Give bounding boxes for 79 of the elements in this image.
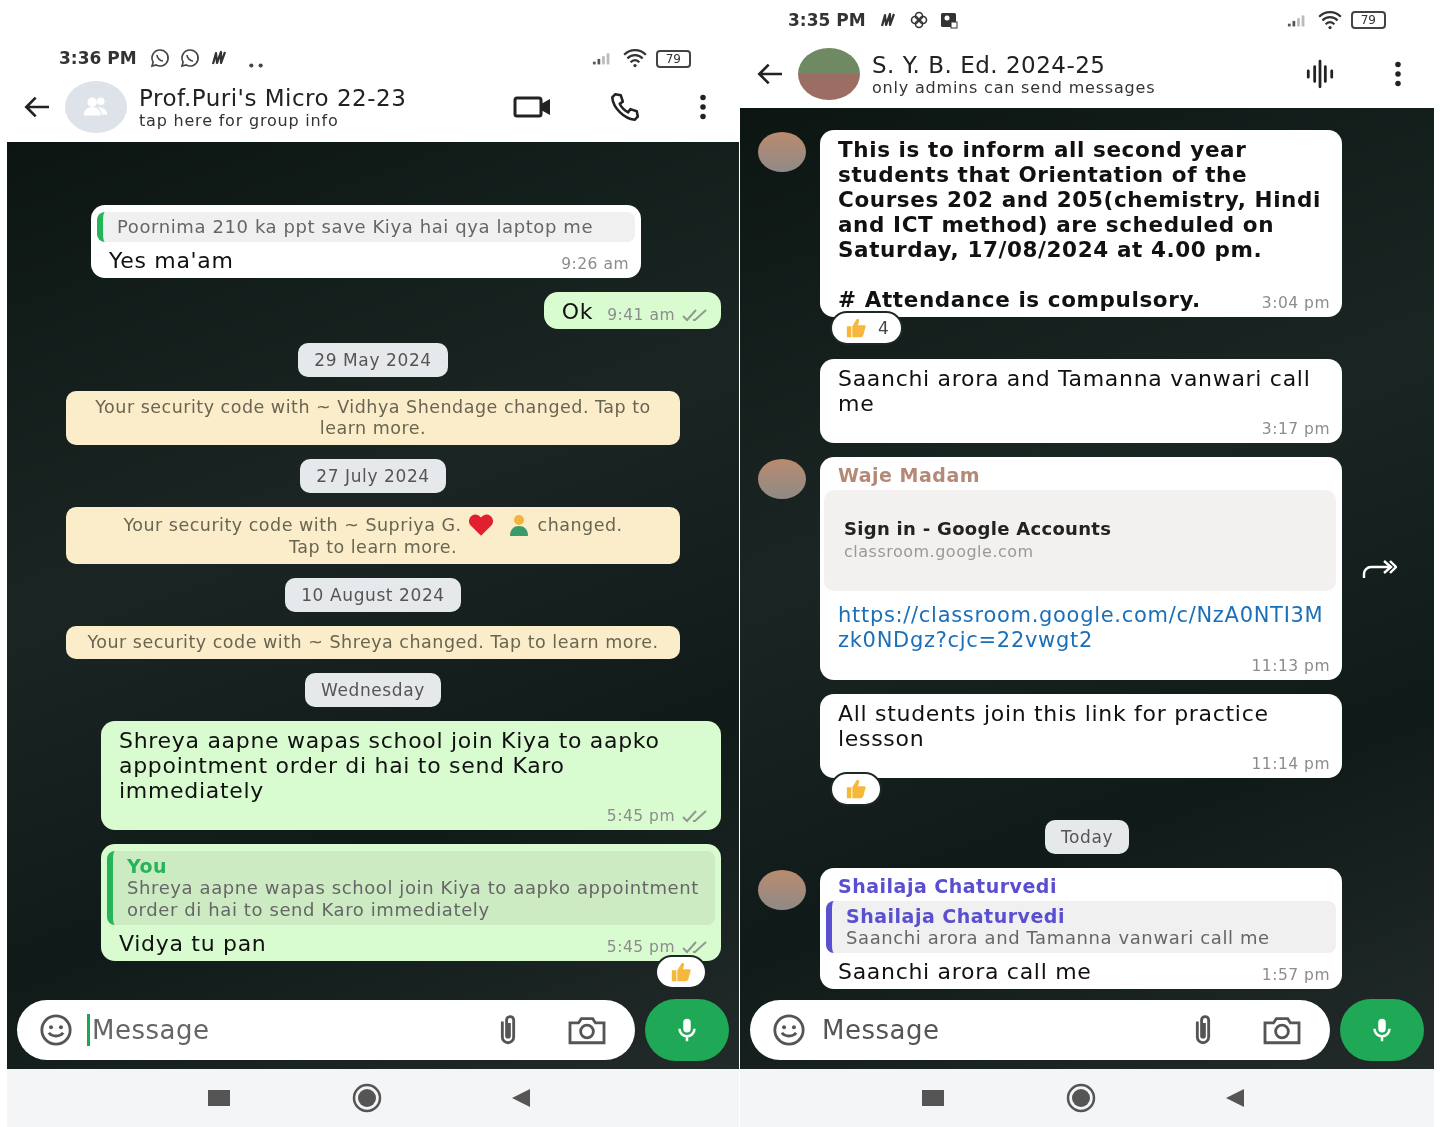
notice-text: Your security code with ~ Vidhya Shendage changed. Tap to learn more. <box>95 397 651 438</box>
message-time: 3:04 pm <box>1261 294 1330 312</box>
home-button[interactable] <box>350 1083 384 1113</box>
quoted-message[interactable]: Poornima 210 ka ppt save Kiya hai qya laptop me <box>97 212 635 242</box>
preview-domain: classroom.google.com <box>844 542 1035 561</box>
message-time: 5:45 pm <box>606 938 675 956</box>
thumbs-up-icon <box>669 961 693 983</box>
message-text: Ok <box>561 299 594 324</box>
message-input[interactable]: Message <box>87 1014 477 1046</box>
chat-title[interactable]: Prof.Puri's Micro 22-23 <box>139 84 407 111</box>
quote-text: Poornima 210 ka ppt save Kiya hai qya laptop me <box>117 216 594 238</box>
emoji-icon[interactable] <box>39 1013 73 1047</box>
message-time: 3:17 pm <box>1261 420 1330 438</box>
chat-bubble-icon <box>148 48 171 68</box>
message-text: Saanchi arora call me <box>838 959 1092 984</box>
message-text: Yes ma'am <box>109 248 234 273</box>
quoted-message[interactable]: You Shreya aapne wapas school join Kiya to aapko appointment order di hai to send Karo immediately <box>107 851 715 925</box>
link-preview[interactable]: Sign in - Google Accounts classroom.google.com <box>824 490 1336 591</box>
quote-sender: You <box>127 855 168 877</box>
message-time: 11:14 pm <box>1251 755 1330 773</box>
message-field[interactable]: Message <box>17 1000 635 1060</box>
sender-name[interactable]: Waje Madam <box>838 464 1330 486</box>
date-chip: 27 July 2024 <box>300 459 446 493</box>
message-text: Shreya aapne wapas school join Kiya to aapko appointment order di hai to send Karo immediately <box>119 728 661 803</box>
chat-bubble-icon <box>178 48 201 68</box>
sender-photo-placeholder[interactable] <box>758 870 806 910</box>
quote-sender: Shailaja Chaturvedi <box>846 905 1065 927</box>
forward-icon[interactable] <box>1361 557 1397 580</box>
sender-photo-placeholder[interactable] <box>758 459 806 499</box>
status-time: 3:36 PM <box>59 48 137 68</box>
message-text: This is to inform all second year students that Orientation of the Courses 202 and 205(chemistry, Hindi and ICT method) are scheduled on Saturday, 17/08/2024 at 4.00 pm. <box>838 137 1322 262</box>
security-notice[interactable]: Your security code with ~ Supriya G. changed. Tap to learn more. <box>66 507 680 564</box>
reaction-chip[interactable] <box>655 955 707 989</box>
date-chip: Wednesday <box>305 673 441 707</box>
message-field[interactable]: Message <box>750 1000 1330 1060</box>
wifi-icon <box>621 48 648 68</box>
message-time: 11:13 pm <box>1251 657 1330 675</box>
thumbs-up-icon <box>844 778 868 800</box>
status-time: 3:35 PM <box>788 10 866 30</box>
notice-text: Your security code with ~ Shreya changed. Tap to learn more. <box>87 632 659 652</box>
heart-icon <box>467 513 494 537</box>
quote-text: Shreya aapne wapas school join Kiya to aapko appointment order di hai to send Karo immediately <box>127 877 700 921</box>
more-notifications-icon <box>248 63 263 68</box>
message-time: 5:45 pm <box>606 807 675 825</box>
message-time: 9:26 am <box>561 255 629 273</box>
emoji-icon[interactable] <box>772 1013 806 1047</box>
battery-indicator: 79 <box>655 50 691 68</box>
chat-subtitle: only admins can send messages <box>872 77 1156 97</box>
message-time: 1:57 pm <box>1261 966 1330 984</box>
message-time: 9:41 am <box>607 306 675 324</box>
date-chip: 10 August 2024 <box>285 578 461 612</box>
notice-text: Tap to learn more. <box>287 537 459 558</box>
wifi-icon <box>1316 10 1343 30</box>
thumbs-up-icon <box>844 317 868 339</box>
date-chip: Today <box>1044 820 1130 854</box>
reaction-chip[interactable]: 4 <box>830 311 903 345</box>
preview-title: Sign in - Google Accounts <box>844 518 1113 539</box>
notice-text: Your security code with ~ Supriya G. <box>123 514 462 536</box>
battery-indicator: 79 <box>1350 11 1386 29</box>
message-input[interactable]: Message <box>820 1014 1172 1046</box>
security-notice[interactable]: Your security code with ~ Shreya changed. Tap to learn more. <box>66 626 680 659</box>
sender-photo-placeholder[interactable] <box>758 132 806 172</box>
date-chip: 29 May 2024 <box>298 343 448 377</box>
message-text: Saanchi arora and Tamanna vanwari call me <box>838 366 1312 416</box>
security-notice[interactable]: Your security code with ~ Vidhya Shendage changed. Tap to learn more. <box>66 391 680 445</box>
message-text: Vidya tu pan <box>119 931 267 956</box>
chat-subtitle: tap here for group info <box>139 110 339 130</box>
group-photo-placeholder[interactable] <box>798 48 860 100</box>
message-link[interactable]: https://classroom.google.com/c/NzA0NTI3Mzk0NDgz?cjc=22vwgt2 <box>838 603 1330 653</box>
reaction-count: 4 <box>878 318 889 338</box>
home-button[interactable] <box>1064 1083 1098 1113</box>
notice-text: changed. <box>537 514 623 536</box>
quote-text: Saanchi arora and Tamanna vanwari call me <box>846 927 1270 949</box>
message-text: # Attendance is compulsory. <box>838 287 1201 312</box>
sender-name[interactable]: Shailaja Chaturvedi <box>838 875 1330 897</box>
message-text: All students join this link for practice lessson <box>838 701 1270 751</box>
chat-title[interactable]: S. Y. B. Ed. 2024-25 <box>872 51 1106 78</box>
reaction-chip[interactable] <box>830 772 882 806</box>
quoted-message[interactable]: Shailaja Chaturvedi Saanchi arora and Tamanna vanwari call me <box>826 901 1336 953</box>
